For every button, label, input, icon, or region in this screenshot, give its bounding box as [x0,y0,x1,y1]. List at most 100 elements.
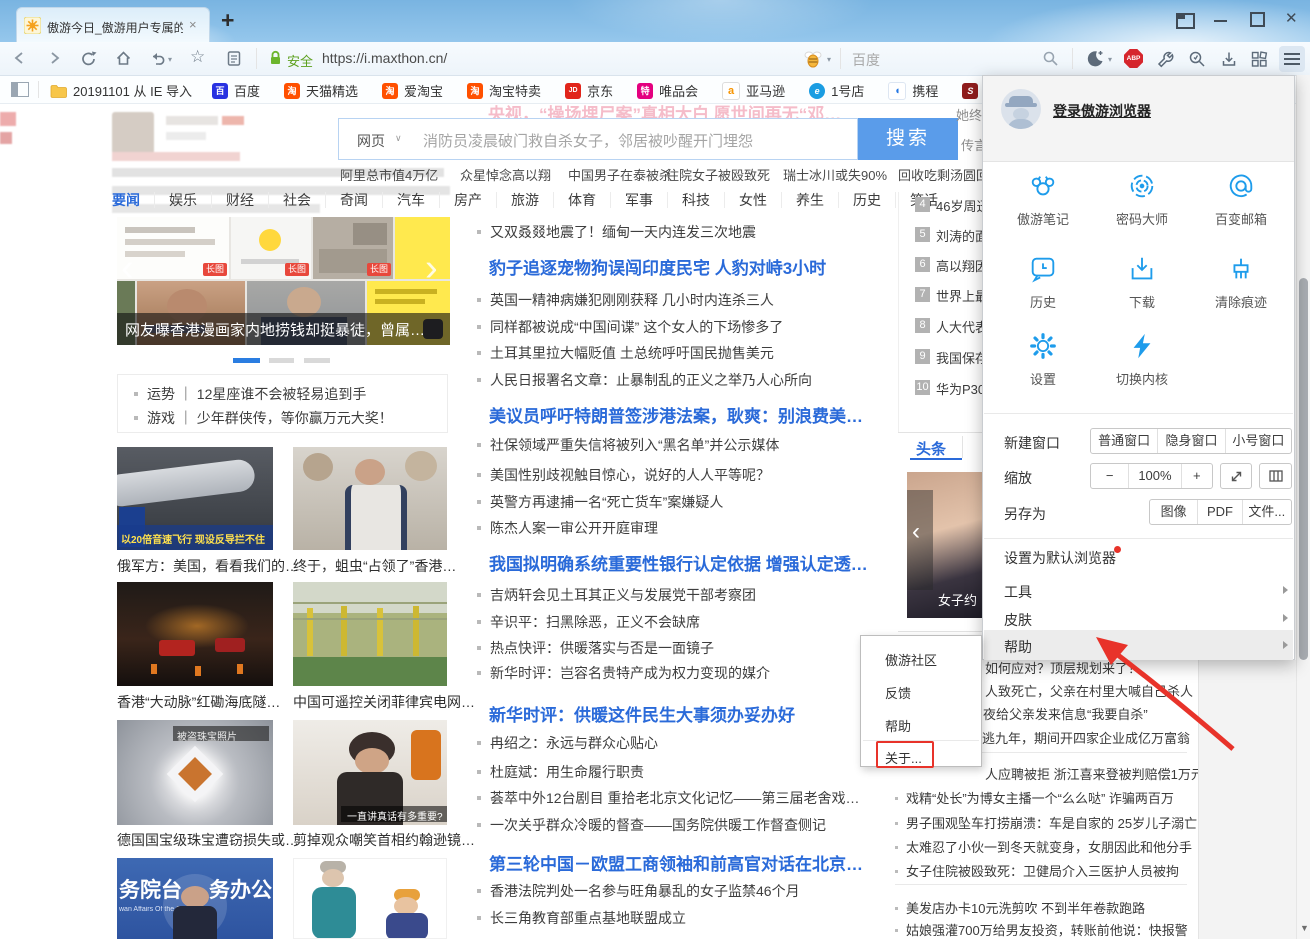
photo-carousel[interactable]: 长图 长图 长图 网友曝香港漫画家内地捞钱却挺暴徒，曾属… ‹ › [117,217,450,345]
photo-card-crowd[interactable] [293,447,447,550]
tab-close-icon[interactable]: × [189,17,197,32]
right-news-item[interactable]: 戏精“处长”为博女主播一个“么么哒” 诈骗两百万 [895,788,1174,807]
forward-icon[interactable] [46,50,62,66]
photo-caption[interactable]: 终于，蛆虫“占领了”香港… [293,556,456,576]
close-button[interactable]: ✕ [1285,9,1298,27]
news-headline[interactable]: 我国拟明确系统重要性银行认定依据 增强认定透… [489,550,868,575]
rank-item[interactable]: 人大代表 [936,317,988,336]
news-headline[interactable]: 美议员呼吁特朗普签涉港法案，耿爽：别浪费美… [489,402,863,427]
search-category-caret-icon[interactable]: ∨ [395,133,402,144]
right-news-item[interactable]: 美发店办卡10元洗剪吹 不到半年卷款跑路 [895,898,1145,917]
app-label-switch-core[interactable]: 切换内核 [1092,369,1192,388]
address-url[interactable]: https://i.maxthon.cn/ [322,50,447,66]
app-label-magic-mail[interactable]: 百变邮箱 [1191,209,1291,228]
maxnote-bee-icon[interactable] [1028,171,1058,201]
new-tab-button[interactable]: + [221,7,234,34]
tools-menu-item[interactable]: 工具 [1004,582,1032,602]
magic-mail-at-icon[interactable] [1226,171,1256,201]
news-item[interactable]: 一次关乎群众冷暖的督查——国务院供暖工作督查侧记 [477,815,826,835]
main-menu-button[interactable] [1279,46,1305,72]
undo-icon[interactable] [149,50,166,67]
carousel-dot[interactable] [304,358,330,363]
feedback-item[interactable]: 反馈 [885,683,911,702]
bookmark-yhd[interactable]: e1号店 [809,81,864,100]
normal-window-button[interactable]: 普通窗口 [1091,429,1157,453]
nav-tab[interactable]: 历史 [839,192,896,208]
news-item[interactable]: 又双叒叕地震了！缅甸一天内连发三次地震 [477,222,756,242]
nav-tab[interactable]: 女性 [725,192,782,208]
app-label-settings[interactable]: 设置 [993,369,1093,388]
rank-item[interactable]: 我国保存 [936,348,988,367]
news-item[interactable]: 人民日报署名文章：止暴制乱的正义之举乃人心所向 [477,370,812,390]
resource-sniffer-icon[interactable] [1188,50,1206,68]
search-icon[interactable] [1042,50,1059,67]
news-headline[interactable]: 第三轮中国－欧盟工商领袖和前高官对话在北京… [489,850,863,875]
zoom-in-button[interactable]: + [1181,464,1212,488]
clear-traces-broom-icon[interactable] [1226,254,1256,284]
news-item[interactable]: 香港法院判处一名参与旺角暴乱的女子监禁46个月 [477,881,800,901]
search-submit-button[interactable]: 搜索 [858,118,958,160]
photo-card-power-grid[interactable] [293,582,447,686]
hot-word[interactable]: 阿里总市值4万亿 [340,165,438,184]
nav-tab[interactable]: 体育 [554,192,611,208]
news-item[interactable]: 热点快评：供暖落实与否是一面镜子 [477,638,714,658]
app-label-password-master[interactable]: 密码大师 [1092,209,1192,228]
scrollbar-down-arrow-icon[interactable]: ▼ [1300,923,1309,933]
news-headline[interactable]: 豹子追逐宠物狗误闯印度民宅 人豹对峙3小时 [489,254,826,279]
toutiao-tab[interactable]: 头条 [916,438,946,459]
bookmark-taobao-sale[interactable]: 淘淘宝特卖 [467,81,541,100]
right-news-item[interactable]: 人致死亡，父亲在村里大喊自己杀人 [985,681,1193,700]
favorite-star-icon[interactable]: ☆ [190,47,205,67]
nav-tab[interactable]: 社会 [269,192,326,208]
password-master-fingerprint-icon[interactable] [1127,171,1157,201]
reading-mode-icon[interactable] [226,50,242,67]
photo-card-missile[interactable]: 以20倍音速飞行 现设反导拦不住 [117,447,273,550]
bookmark-folder[interactable]: 20191101 从 IE 导入 [50,81,192,100]
adblock-plus-icon[interactable]: ABP [1124,49,1143,68]
undo-dropdown-caret-icon[interactable]: ▾ [168,55,172,64]
right-news-item[interactable]: 人应聘被拒 浙江喜来登被判赔偿1万元 [985,764,1204,783]
extensions-grid-icon[interactable] [1250,50,1268,68]
news-item[interactable]: 辛识平：扫黑除恶，正义不会缺席 [477,612,700,632]
photo-caption[interactable]: 香港“大动脉”红磡海底隧… [117,692,280,712]
settings-gear-icon[interactable] [1028,331,1058,361]
hot-word[interactable]: 众星悼念高以翔 [460,165,551,184]
news-item[interactable]: 同样都被说成“中国间谍” 这个女人的下场惨多了 [477,317,783,337]
history-icon[interactable] [1028,254,1058,284]
night-mode-icon[interactable] [1086,49,1105,68]
rank-item[interactable]: 世界上最 [936,286,988,305]
maximize-button[interactable] [1250,12,1265,27]
right-news-item[interactable]: 如何应对？顶层规划来了！ [985,658,1141,677]
search-input[interactable]: 百度 [852,50,880,70]
news-item[interactable]: 美国性别歧视触目惊心，说好的人人平等呢？ [477,465,770,485]
right-news-item[interactable]: 男子围观坠车打捞崩溃：车是自家的 25岁儿子溺亡 [895,813,1197,832]
save-pdf-button[interactable]: PDF [1197,500,1241,524]
avatar[interactable] [1001,89,1041,129]
nav-tab[interactable]: 旅游 [497,192,554,208]
app-label-clear-traces[interactable]: 清除痕迹 [1191,292,1291,311]
right-news-item[interactable]: 姑娘强灌700万给男友投资，转账前他说：快报警 [895,920,1188,939]
hot-word[interactable]: 中国男子在泰被杀 [568,165,672,184]
nav-tab[interactable]: 汽车 [383,192,440,208]
carousel-prev-icon[interactable]: ‹ [121,247,134,290]
nav-tab[interactable]: 军事 [611,192,668,208]
browser-tab[interactable]: 傲游今日_傲游用户专属的资 × [16,7,210,43]
nav-tab[interactable]: 财经 [212,192,269,208]
night-mode-caret-icon[interactable]: ▾ [1108,55,1112,64]
rank-item[interactable]: 高以翔因 [936,256,988,275]
carousel-caption[interactable]: 网友曝香港漫画家内地捞钱却挺暴徒，曾属… [125,319,425,340]
save-image-button[interactable]: 图像 [1150,500,1197,524]
photo-caption[interactable]: 俄军方：美国，看看我们的… [117,556,299,576]
split-screen-button[interactable] [1259,463,1292,489]
news-item[interactable]: 杜庭斌：用生命履行职责 [477,762,644,782]
carousel-next-icon[interactable]: › [425,247,438,290]
bookmark-aitaobao[interactable]: 淘爱淘宝 [382,81,443,100]
app-label-maxnote[interactable]: 傲游笔记 [993,209,1093,228]
right-news-item[interactable]: 逃九年，期间开四家企业成亿万富翁 [982,728,1190,747]
bookmark-amazon[interactable]: a亚马逊 [722,81,785,100]
save-file-button[interactable]: 文件... [1242,500,1291,524]
alt-account-window-button[interactable]: 小号窗口 [1225,429,1291,453]
sidebar-toggle-icon[interactable] [11,82,29,97]
photo-card-audience[interactable]: 一直讲真话有多重要? [293,720,447,825]
minimize-button[interactable] [1214,20,1227,22]
